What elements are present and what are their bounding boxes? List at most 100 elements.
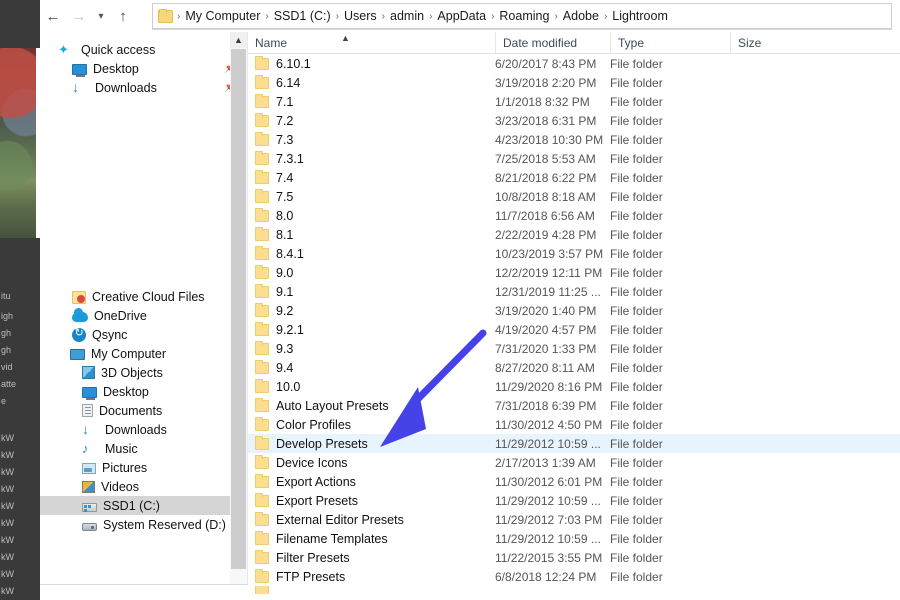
column-header-date-modified[interactable]: Date modified bbox=[495, 32, 610, 54]
date-modified-cell: 3/23/2018 6:31 PM bbox=[495, 113, 597, 128]
folder-icon bbox=[255, 416, 269, 431]
sidebar-item-label: Quick access bbox=[81, 42, 156, 57]
breadcrumb-item[interactable]: AppData bbox=[434, 9, 489, 23]
date-modified-cell: 10/8/2018 8:18 AM bbox=[495, 189, 596, 204]
sidebar-item-music[interactable]: ♪ Music bbox=[40, 439, 247, 458]
table-row[interactable]: 7.3 4/23/2018 10:30 PM File folder bbox=[248, 130, 900, 149]
file-name-label: 9.0 bbox=[276, 265, 294, 280]
sidebar-item-quick-access[interactable]: ✦ Quick access bbox=[40, 40, 247, 59]
background-text: gh bbox=[1, 328, 12, 338]
sidebar-item-qsync[interactable]: Qsync bbox=[40, 325, 247, 344]
3d-objects-icon bbox=[82, 366, 95, 379]
date-modified-cell: 6/8/2018 12:24 PM bbox=[495, 569, 597, 584]
table-row[interactable]: 7.4 8/21/2018 6:22 PM File folder bbox=[248, 168, 900, 187]
arrow-up-icon[interactable]: ↑ bbox=[110, 1, 136, 31]
sidebar-item-videos[interactable]: Videos bbox=[40, 477, 247, 496]
navigation-pane-scrollbar[interactable]: ▲ bbox=[230, 32, 247, 584]
folder-icon bbox=[255, 169, 269, 184]
address-bar[interactable]: › My Computer › SSD1 (C:) › Users › admin › AppDa… bbox=[152, 3, 892, 29]
sidebar-item-desktop[interactable]: Desktop📌 bbox=[40, 59, 247, 78]
sidebar-item-system-reserved-d[interactable]: System Reserved (D:) bbox=[40, 515, 247, 534]
sidebar-item-pictures[interactable]: Pictures bbox=[40, 458, 247, 477]
breadcrumb-separator: › bbox=[177, 10, 181, 22]
explorer-screenshot: ituighghghvidatteekWkWkWkWkWkWkWkWkWkWkW… bbox=[0, 0, 900, 600]
table-row[interactable]: Color Profiles 11/30/2012 4:50 PM File fol… bbox=[248, 415, 900, 434]
file-name-cell: 8.1 bbox=[255, 226, 293, 242]
date-modified-cell: 7/31/2020 1:33 PM bbox=[495, 341, 597, 356]
table-row[interactable]: Filter Presets 11/22/2015 3:55 PM File fol… bbox=[248, 548, 900, 567]
breadcrumb-item[interactable]: Users bbox=[341, 9, 380, 23]
table-row[interactable]: Device Icons 2/17/2013 1:39 AM File folder bbox=[248, 453, 900, 472]
type-cell: File folder bbox=[610, 303, 663, 318]
file-name-label: Auto Layout Presets bbox=[276, 398, 389, 413]
sidebar-item-creative-cloud-files[interactable]: Creative Cloud Files bbox=[40, 287, 247, 306]
table-row[interactable]: Filename Templates 11/29/2012 10:59 ... Fi… bbox=[248, 529, 900, 548]
chevron-up-icon[interactable]: ▲ bbox=[230, 32, 247, 48]
sidebar-item-label: Desktop bbox=[93, 61, 139, 76]
table-row[interactable]: 8.0 11/7/2018 6:56 AM File folder bbox=[248, 206, 900, 225]
table-row[interactable]: 6.14 3/19/2018 2:20 PM File folder bbox=[248, 73, 900, 92]
sidebar-item-onedrive[interactable]: OneDrive bbox=[40, 306, 247, 325]
sidebar-item-label: Qsync bbox=[92, 327, 128, 342]
table-row[interactable]: 8.1 2/22/2019 4:28 PM File folder bbox=[248, 225, 900, 244]
table-row[interactable]: 9.2.1 4/19/2020 4:57 PM File folder bbox=[248, 320, 900, 339]
table-row[interactable]: 7.1 1/1/2018 8:32 PM File folder bbox=[248, 92, 900, 111]
sidebar-item-ssd1-c[interactable]: SSD1 (C:) bbox=[40, 496, 247, 515]
date-modified-cell: 12/2/2019 12:11 PM bbox=[495, 265, 603, 280]
file-name-cell: Filename Templates bbox=[255, 530, 388, 546]
date-modified-cell: 11/22/2015 3:55 PM bbox=[495, 550, 603, 565]
sidebar-item-documents[interactable]: Documents bbox=[40, 401, 247, 420]
table-row[interactable]: Export Actions 11/30/2012 6:01 PM File fol… bbox=[248, 472, 900, 491]
chevron-down-icon[interactable]: ▾ bbox=[92, 1, 110, 31]
column-header-type[interactable]: Type bbox=[610, 32, 730, 54]
file-name-label: 7.4 bbox=[276, 170, 294, 185]
table-row[interactable]: 7.2 3/23/2018 6:31 PM File folder bbox=[248, 111, 900, 130]
file-name-cell: 7.3.1 bbox=[255, 150, 304, 166]
column-header-name[interactable]: Name bbox=[248, 32, 495, 54]
arrow-left-icon[interactable]: ← bbox=[40, 1, 66, 31]
breadcrumb-separator: › bbox=[265, 10, 269, 22]
breadcrumb-item[interactable]: Adobe bbox=[560, 9, 602, 23]
breadcrumb-item[interactable]: SSD1 (C:) bbox=[271, 9, 334, 23]
date-modified-cell: 2/22/2019 4:28 PM bbox=[495, 227, 597, 242]
table-row[interactable]: 9.2 3/19/2020 1:40 PM File folder bbox=[248, 301, 900, 320]
sidebar-item-label: SSD1 (C:) bbox=[103, 498, 160, 513]
table-row[interactable]: 9.1 12/31/2019 11:25 ... File folder bbox=[248, 282, 900, 301]
table-row[interactable]: Export Presets 11/29/2012 10:59 ... File f… bbox=[248, 491, 900, 510]
sidebar-item-label: Videos bbox=[101, 479, 139, 494]
table-row[interactable]: FTP Presets 6/8/2018 12:24 PM File folder bbox=[248, 567, 900, 586]
type-cell: File folder bbox=[610, 455, 663, 470]
file-name-label: 9.1 bbox=[276, 284, 294, 299]
table-row[interactable]: 7.3.1 7/25/2018 5:53 AM File folder bbox=[248, 149, 900, 168]
breadcrumb-item[interactable]: Lightroom bbox=[609, 9, 671, 23]
music-icon: ♪ bbox=[82, 440, 89, 456]
table-row[interactable]: External Editor Presets 11/29/2012 7:03 P… bbox=[248, 510, 900, 529]
table-row[interactable]: 10.0 11/29/2020 8:16 PM File folder bbox=[248, 377, 900, 396]
type-cell: File folder bbox=[610, 113, 663, 128]
table-row-partial[interactable] bbox=[248, 586, 900, 594]
scrollbar-thumb[interactable] bbox=[231, 49, 246, 569]
breadcrumb-item[interactable]: My Computer bbox=[182, 9, 263, 23]
sidebar-item-desktop[interactable]: Desktop bbox=[40, 382, 247, 401]
breadcrumb-item[interactable]: admin bbox=[387, 9, 427, 23]
table-row[interactable]: Auto Layout Presets 7/31/2018 6:39 PM File… bbox=[248, 396, 900, 415]
table-row[interactable]: Develop Presets 11/29/2012 10:59 ... File … bbox=[248, 434, 900, 453]
breadcrumb-item[interactable]: Roaming bbox=[496, 9, 552, 23]
type-cell: File folder bbox=[610, 474, 663, 489]
sidebar-item-3d-objects[interactable]: 3D Objects bbox=[40, 363, 247, 382]
sidebar-item-my-computer[interactable]: My Computer bbox=[40, 344, 247, 363]
table-row[interactable]: 9.3 7/31/2020 1:33 PM File folder bbox=[248, 339, 900, 358]
onedrive-icon bbox=[72, 308, 88, 322]
file-name-cell: Device Icons bbox=[255, 454, 348, 470]
type-cell: File folder bbox=[610, 265, 663, 280]
table-row[interactable]: 6.10.1 6/20/2017 8:43 PM File folder bbox=[248, 54, 900, 73]
table-row[interactable]: 7.5 10/8/2018 8:18 AM File folder bbox=[248, 187, 900, 206]
sidebar-item-downloads[interactable]: ↓ Downloads bbox=[40, 420, 247, 439]
sidebar-item-downloads[interactable]: ↓Downloads📌 bbox=[40, 78, 247, 97]
table-row[interactable]: 9.4 8/27/2020 8:11 AM File folder bbox=[248, 358, 900, 377]
table-row[interactable]: 8.4.1 10/23/2019 3:57 PM File folder bbox=[248, 244, 900, 263]
file-name-cell: Export Actions bbox=[255, 473, 356, 489]
column-header-size[interactable]: Size bbox=[730, 32, 810, 54]
sidebar-item-label: Music bbox=[105, 441, 138, 456]
table-row[interactable]: 9.0 12/2/2019 12:11 PM File folder bbox=[248, 263, 900, 282]
